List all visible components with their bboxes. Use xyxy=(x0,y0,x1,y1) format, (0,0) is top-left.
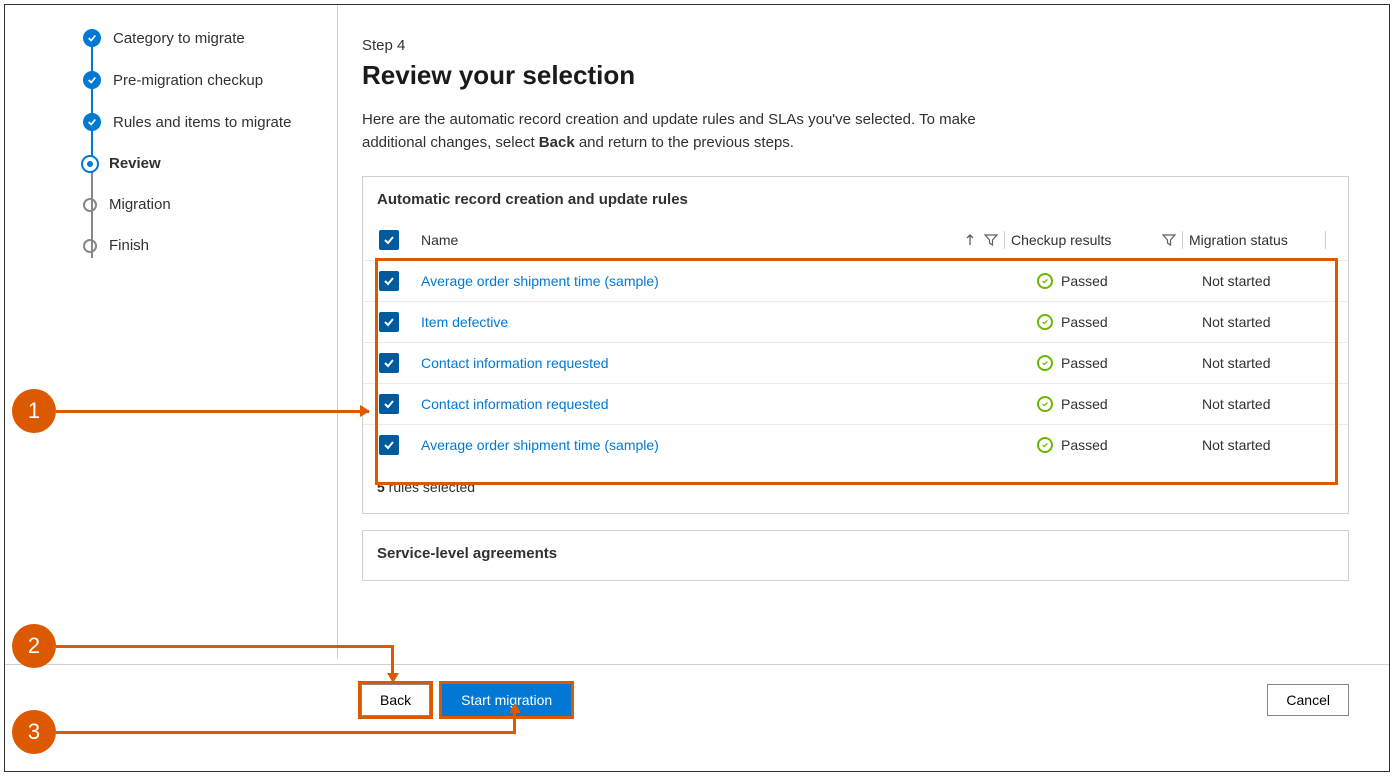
migration-status: Not started xyxy=(1202,437,1332,453)
step-finish: Finish xyxy=(83,237,329,254)
row-checkbox[interactable] xyxy=(379,271,399,291)
rules-panel: Automatic record creation and update rul… xyxy=(362,176,1349,514)
migration-status: Not started xyxy=(1202,355,1332,371)
checkup-result: Passed xyxy=(1061,273,1108,289)
migration-status: Not started xyxy=(1202,396,1332,412)
migration-status: Not started xyxy=(1202,273,1332,289)
checkup-result: Passed xyxy=(1061,437,1108,453)
rule-name-link[interactable]: Contact information requested xyxy=(421,355,1037,371)
checkmark-circle-icon xyxy=(1037,355,1053,371)
selected-count: 5 rules selected xyxy=(363,465,1348,513)
table-row[interactable]: Contact information requested Passed Not… xyxy=(363,384,1348,425)
migration-status: Not started xyxy=(1202,314,1332,330)
table-row[interactable]: Average order shipment time (sample) Pas… xyxy=(363,261,1348,302)
rule-name-link[interactable]: Item defective xyxy=(421,314,1037,330)
footer-bar: Back Start migration Cancel xyxy=(5,664,1389,771)
step-pre-migration-checkup[interactable]: Pre-migration checkup xyxy=(83,71,329,89)
step-category-to-migrate[interactable]: Category to migrate xyxy=(83,29,329,47)
main-content: Step 4 Review your selection Here are th… xyxy=(338,5,1389,659)
column-checkup[interactable]: Checkup results xyxy=(1011,232,1162,248)
rule-name-link[interactable]: Average order shipment time (sample) xyxy=(421,273,1037,289)
sla-panel-title: Service-level agreements xyxy=(363,531,1348,580)
description: Here are the automatic record creation a… xyxy=(362,109,1002,154)
rule-name-link[interactable]: Average order shipment time (sample) xyxy=(421,437,1037,453)
step-review[interactable]: Review xyxy=(83,155,329,172)
row-checkbox[interactable] xyxy=(379,353,399,373)
checkmark-icon xyxy=(83,29,101,47)
row-checkbox[interactable] xyxy=(379,312,399,332)
table-header: Name Checkup results Migration status xyxy=(363,226,1348,261)
pending-step-icon xyxy=(83,239,97,253)
step-number: Step 4 xyxy=(362,37,1349,54)
checkmark-circle-icon xyxy=(1037,396,1053,412)
column-status[interactable]: Migration status xyxy=(1189,232,1319,248)
row-checkbox[interactable] xyxy=(379,394,399,414)
table-row[interactable]: Item defective Passed Not started xyxy=(363,302,1348,343)
step-label: Review xyxy=(109,155,161,172)
step-migration: Migration xyxy=(83,196,329,213)
select-all-checkbox[interactable] xyxy=(379,230,399,250)
row-checkbox[interactable] xyxy=(379,435,399,455)
step-label: Rules and items to migrate xyxy=(113,114,291,131)
cancel-button[interactable]: Cancel xyxy=(1267,684,1349,716)
step-rules-and-items[interactable]: Rules and items to migrate xyxy=(83,113,329,131)
rule-name-link[interactable]: Contact information requested xyxy=(421,396,1037,412)
checkmark-circle-icon xyxy=(1037,273,1053,289)
filter-icon[interactable] xyxy=(1162,233,1176,247)
checkup-result: Passed xyxy=(1061,355,1108,371)
wizard-steps-sidebar: Category to migrate Pre-migration checku… xyxy=(5,5,338,659)
column-name[interactable]: Name xyxy=(421,232,962,248)
table-row[interactable]: Average order shipment time (sample) Pas… xyxy=(363,425,1348,465)
current-step-icon xyxy=(83,157,97,171)
checkmark-icon xyxy=(83,113,101,131)
step-label: Category to migrate xyxy=(113,30,245,47)
back-button[interactable]: Back xyxy=(361,684,430,716)
checkup-result: Passed xyxy=(1061,314,1108,330)
page-title: Review your selection xyxy=(362,60,1349,91)
step-label: Finish xyxy=(109,237,149,254)
checkmark-circle-icon xyxy=(1037,437,1053,453)
pending-step-icon xyxy=(83,198,97,212)
sort-up-icon[interactable] xyxy=(964,233,976,247)
checkmark-icon xyxy=(83,71,101,89)
filter-icon[interactable] xyxy=(984,233,998,247)
table-row[interactable]: Contact information requested Passed Not… xyxy=(363,343,1348,384)
checkup-result: Passed xyxy=(1061,396,1108,412)
step-label: Migration xyxy=(109,196,171,213)
rules-panel-title: Automatic record creation and update rul… xyxy=(363,177,1348,226)
start-migration-button[interactable]: Start migration xyxy=(442,684,571,716)
sla-panel: Service-level agreements xyxy=(362,530,1349,581)
checkmark-circle-icon xyxy=(1037,314,1053,330)
step-label: Pre-migration checkup xyxy=(113,72,263,89)
